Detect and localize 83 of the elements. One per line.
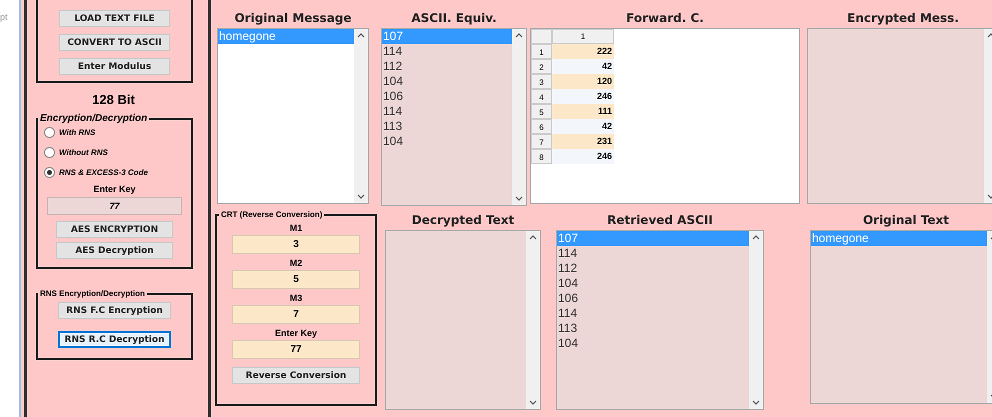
- caret-up-icon[interactable]: [752, 235, 760, 240]
- caret-up-icon[interactable]: [357, 33, 365, 38]
- table-cell: 120: [552, 74, 614, 89]
- column-header: 1: [552, 29, 614, 44]
- rns-button[interactable]: RNS F.C Encryption: [58, 302, 171, 319]
- row-header: 8: [531, 149, 552, 164]
- list-title: ASCII. Equiv.: [411, 10, 497, 27]
- list-title: Encrypted Mess.: [847, 10, 959, 27]
- radio-option[interactable]: RNS & EXCESS-3 Code: [44, 167, 187, 178]
- caret-down-icon[interactable]: [529, 400, 537, 405]
- table-cell: 231: [552, 134, 614, 149]
- radio-icon[interactable]: [44, 127, 55, 138]
- caret-down-icon[interactable]: [357, 194, 365, 199]
- group-title: CRT (Reverse Conversion): [220, 210, 324, 219]
- grid-title: Forward. C.: [626, 10, 704, 27]
- table-cell: 42: [552, 59, 614, 74]
- radio-option[interactable]: Without RNS: [44, 147, 187, 158]
- list-item[interactable]: 114: [557, 306, 749, 321]
- key-label: Enter Key: [92, 184, 137, 194]
- aes-button[interactable]: AES ENCRYPTION: [56, 221, 173, 238]
- reverse-button[interactable]: Reverse Conversion: [232, 367, 360, 384]
- action-button[interactable]: Enter Modulus: [59, 58, 170, 75]
- input-field[interactable]: 3: [232, 235, 360, 254]
- key-field[interactable]: 77: [47, 197, 182, 215]
- row-header: 2: [531, 59, 552, 74]
- group-title: Encryption/Decryption: [39, 113, 148, 124]
- row-header: 3: [531, 74, 552, 89]
- field-label: M2: [290, 258, 302, 268]
- scrollbar[interactable]: [526, 231, 540, 409]
- caret-up-icon[interactable]: [529, 235, 537, 240]
- list-item[interactable]: 104: [382, 74, 512, 89]
- scrollbar[interactable]: [354, 29, 368, 203]
- field-label: Enter Key: [274, 328, 318, 338]
- row-header: 1: [531, 44, 552, 59]
- rns-button[interactable]: RNS R.C Decryption: [58, 331, 171, 348]
- radio-icon[interactable]: [44, 147, 55, 158]
- field-label: M3: [290, 293, 302, 303]
- row-header: 6: [531, 119, 552, 134]
- group-title: RNS Encryption/Decryption: [39, 289, 146, 298]
- list-item[interactable]: 112: [382, 59, 512, 74]
- list-item[interactable]: 106: [557, 291, 749, 306]
- radio-icon[interactable]: [44, 167, 55, 178]
- list-title: Original Text: [862, 212, 950, 229]
- scrollbar[interactable]: [749, 231, 763, 409]
- list-item[interactable]: 114: [557, 246, 749, 261]
- list-item[interactable]: 104: [382, 134, 512, 149]
- input-field[interactable]: 7: [232, 305, 360, 324]
- list-item[interactable]: 113: [382, 119, 512, 134]
- row-header: 4: [531, 89, 552, 104]
- list-item[interactable]: 104: [557, 336, 749, 351]
- list-item[interactable]: 104: [557, 276, 749, 291]
- scrollbar[interactable]: [512, 29, 526, 205]
- field-label: M1: [290, 223, 302, 233]
- data-grid[interactable]: 1 1 222 2 42 3 120 4 246 5 111 6 42 7 231 8 246: [530, 28, 800, 204]
- list-item[interactable]: 106: [382, 89, 512, 104]
- table-cell: 42: [552, 119, 614, 134]
- caret-up-icon[interactable]: [515, 33, 523, 38]
- row-header: 5: [531, 104, 552, 119]
- table-cell: 246: [552, 149, 614, 164]
- list-item[interactable]: 113: [557, 321, 749, 336]
- aes-button[interactable]: AES Decryption: [56, 242, 173, 259]
- list-item[interactable]: 114: [382, 104, 512, 119]
- table-cell: 111: [552, 104, 614, 119]
- bit-label: 128 Bit: [91, 92, 136, 107]
- caret-down-icon[interactable]: [515, 196, 523, 201]
- action-button[interactable]: CONVERT TO ASCII: [59, 34, 170, 51]
- row-header: 7: [531, 134, 552, 149]
- input-field[interactable]: 5: [232, 270, 360, 289]
- radio-option[interactable]: With RNS: [44, 127, 187, 138]
- list-title: Original Message: [234, 10, 352, 27]
- table-cell: 246: [552, 89, 614, 104]
- input-field[interactable]: 77: [232, 340, 360, 359]
- action-button[interactable]: LOAD TEXT FILE: [59, 10, 170, 27]
- caret-down-icon[interactable]: [752, 400, 760, 405]
- list-box[interactable]: 107 114 112 104 106 114 113 104: [381, 28, 527, 206]
- list-title: Decrypted Text: [412, 212, 514, 229]
- edge-text: pt: [0, 12, 8, 22]
- list-box[interactable]: 107 114 112 104 106 114 113 104: [556, 230, 764, 410]
- list-title: Retrieved ASCII: [607, 212, 713, 229]
- table-cell: 222: [552, 44, 614, 59]
- grid-corner: [531, 29, 552, 44]
- list-item[interactable]: 112: [557, 261, 749, 276]
- list-item[interactable]: 114: [382, 44, 512, 59]
